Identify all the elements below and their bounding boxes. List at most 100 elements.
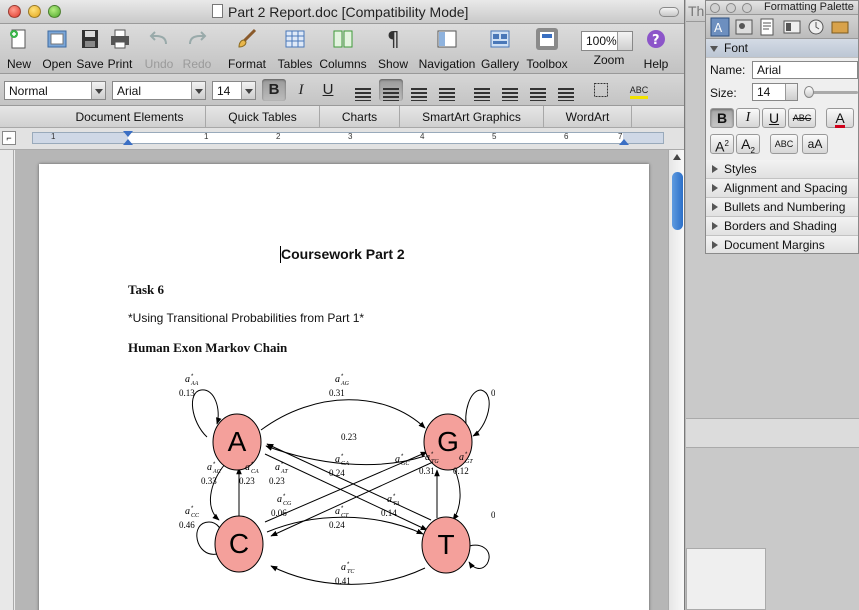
section-font[interactable]: Font xyxy=(706,39,858,58)
palette-zoom-button[interactable] xyxy=(742,3,752,13)
bold-button[interactable]: B xyxy=(262,79,286,101)
font-combo[interactable]: Arial xyxy=(112,81,206,100)
section-styles[interactable]: Styles xyxy=(706,160,858,179)
chevron-down-icon xyxy=(191,82,205,99)
font-name-field[interactable]: Arial xyxy=(752,61,858,79)
scrollbar-thumb[interactable] xyxy=(672,172,683,230)
undo-button[interactable]: Undo xyxy=(142,28,176,72)
edge-subscript: GT xyxy=(465,459,473,465)
edge-probability: 0.23 xyxy=(341,432,357,442)
svg-text:¶: ¶ xyxy=(387,28,400,50)
font-size-combo[interactable]: 14 xyxy=(212,81,256,100)
help-button[interactable]: ? Help xyxy=(640,28,672,72)
tab-document-elements[interactable]: Document Elements xyxy=(54,106,206,128)
section-borders-shading[interactable]: Borders and Shading xyxy=(706,217,858,236)
align-center-button[interactable] xyxy=(379,79,403,101)
font-size-slider[interactable] xyxy=(804,86,858,98)
document-canvas: Coursework Part 2 Task 6 *Using Transiti… xyxy=(15,150,668,610)
font-color-icon: A xyxy=(835,110,845,128)
palette-strikethrough-button[interactable]: ABC xyxy=(788,108,816,128)
increase-indent-button[interactable] xyxy=(554,79,578,101)
font-size-field[interactable]: 14 xyxy=(752,83,798,101)
font-tab-icon[interactable]: A xyxy=(710,17,730,37)
edge-probability: 0.14 xyxy=(381,508,397,518)
palette-titlebar[interactable]: Formatting Palette xyxy=(706,1,858,15)
open-button[interactable]: Open xyxy=(40,28,74,72)
columns-button[interactable]: Columns xyxy=(318,28,368,72)
align-right-button[interactable] xyxy=(407,79,431,101)
minimize-window-button[interactable] xyxy=(28,5,41,18)
citations-tab-icon[interactable] xyxy=(758,17,778,37)
zoom-combo[interactable]: 100% xyxy=(581,31,633,51)
navigation-button[interactable]: Navigation xyxy=(418,28,476,72)
node-G-label: G xyxy=(437,426,459,457)
indent-marker[interactable] xyxy=(123,131,133,137)
tab-smartart-graphics[interactable]: SmartArt Graphics xyxy=(400,106,544,128)
edge-probability: 0.12 xyxy=(453,466,469,476)
horizontal-ruler[interactable]: 1 1 2 3 4 5 6 7 xyxy=(32,131,664,145)
section-document-margins[interactable]: Document Margins xyxy=(706,236,858,253)
palette-italic-button[interactable]: I xyxy=(736,108,760,128)
reference-tools-icon[interactable] xyxy=(782,17,802,37)
tables-button[interactable]: Tables xyxy=(276,28,314,72)
palette-close-button[interactable] xyxy=(710,3,720,13)
bulleted-list-button[interactable] xyxy=(498,79,522,101)
palette-small-caps-button[interactable]: ABC xyxy=(770,134,798,154)
zoom-window-button[interactable] xyxy=(48,5,61,18)
document-page[interactable]: Coursework Part 2 Task 6 *Using Transiti… xyxy=(39,164,649,610)
edge-star: * xyxy=(341,506,344,512)
markov-chain-diagram: A G C T aAA*0.13aAG*0.31aGG*0.410.23aGA*… xyxy=(179,374,495,586)
probability-note: *Using Transitional Probabilities from P… xyxy=(128,311,365,325)
node-A-label: A xyxy=(228,426,247,457)
print-button[interactable]: Print xyxy=(106,28,134,72)
redo-button[interactable]: Redo xyxy=(180,28,214,72)
style-combo[interactable]: Normal xyxy=(4,81,106,100)
toolbox-button[interactable]: Toolbox xyxy=(524,28,570,72)
borders-button[interactable] xyxy=(589,79,613,101)
palette-bold-button[interactable]: B xyxy=(710,108,734,128)
tab-charts[interactable]: Charts xyxy=(320,106,400,128)
gallery-button[interactable]: Gallery xyxy=(480,28,520,72)
numbered-list-button[interactable] xyxy=(470,79,494,101)
vertical-scrollbar[interactable] xyxy=(668,150,684,610)
save-disk-icon xyxy=(82,30,98,48)
palette-all-caps-button[interactable]: aA xyxy=(802,134,828,154)
slider-knob[interactable] xyxy=(804,86,814,98)
highlight-button[interactable]: ABC xyxy=(624,79,654,101)
section-bullets-numbering[interactable]: Bullets and Numbering xyxy=(706,198,858,217)
project-palette-icon[interactable] xyxy=(830,17,850,37)
palette-minimize-button[interactable] xyxy=(726,3,736,13)
gallery-tab-icon[interactable] xyxy=(734,17,754,37)
indent-marker[interactable] xyxy=(123,139,133,145)
palette-font-color-button[interactable]: A xyxy=(826,108,854,128)
node-T-label: T xyxy=(437,529,454,560)
justify-button[interactable] xyxy=(435,79,459,101)
window-titlebar[interactable]: Part 2 Report.doc [Compatibility Mode] xyxy=(0,0,684,24)
node-A: A xyxy=(212,413,262,471)
compatibility-icon[interactable] xyxy=(806,17,826,37)
show-button[interactable]: ¶ Show xyxy=(376,28,410,72)
italic-button[interactable]: I xyxy=(289,79,313,101)
tab-selector[interactable]: ⌐ xyxy=(2,131,16,145)
edge-symbol: a xyxy=(335,506,340,517)
toolbar-toggle-button[interactable] xyxy=(659,7,679,17)
save-button[interactable]: Save xyxy=(76,28,104,72)
palette-underline-button[interactable]: U xyxy=(762,108,786,128)
scroll-up-arrow[interactable] xyxy=(673,154,681,160)
vertical-ruler[interactable] xyxy=(0,150,14,610)
underline-button[interactable]: U xyxy=(316,79,340,101)
edge-subscript: CT xyxy=(341,513,349,519)
document-proxy-icon[interactable] xyxy=(212,4,223,18)
palette-subscript-button[interactable]: A2 xyxy=(736,134,760,155)
tab-quick-tables[interactable]: Quick Tables xyxy=(206,106,320,128)
size-label: Size: xyxy=(710,86,737,100)
section-alignment-spacing[interactable]: Alignment and Spacing xyxy=(706,179,858,198)
new-button[interactable]: New xyxy=(4,28,34,72)
close-window-button[interactable] xyxy=(8,5,21,18)
palette-superscript-button[interactable]: A2 xyxy=(710,134,734,155)
align-left-button[interactable] xyxy=(351,79,375,101)
right-indent-marker[interactable] xyxy=(619,139,629,145)
format-button[interactable]: Format xyxy=(226,28,268,72)
decrease-indent-button[interactable] xyxy=(526,79,550,101)
tab-wordart[interactable]: WordArt xyxy=(544,106,632,128)
